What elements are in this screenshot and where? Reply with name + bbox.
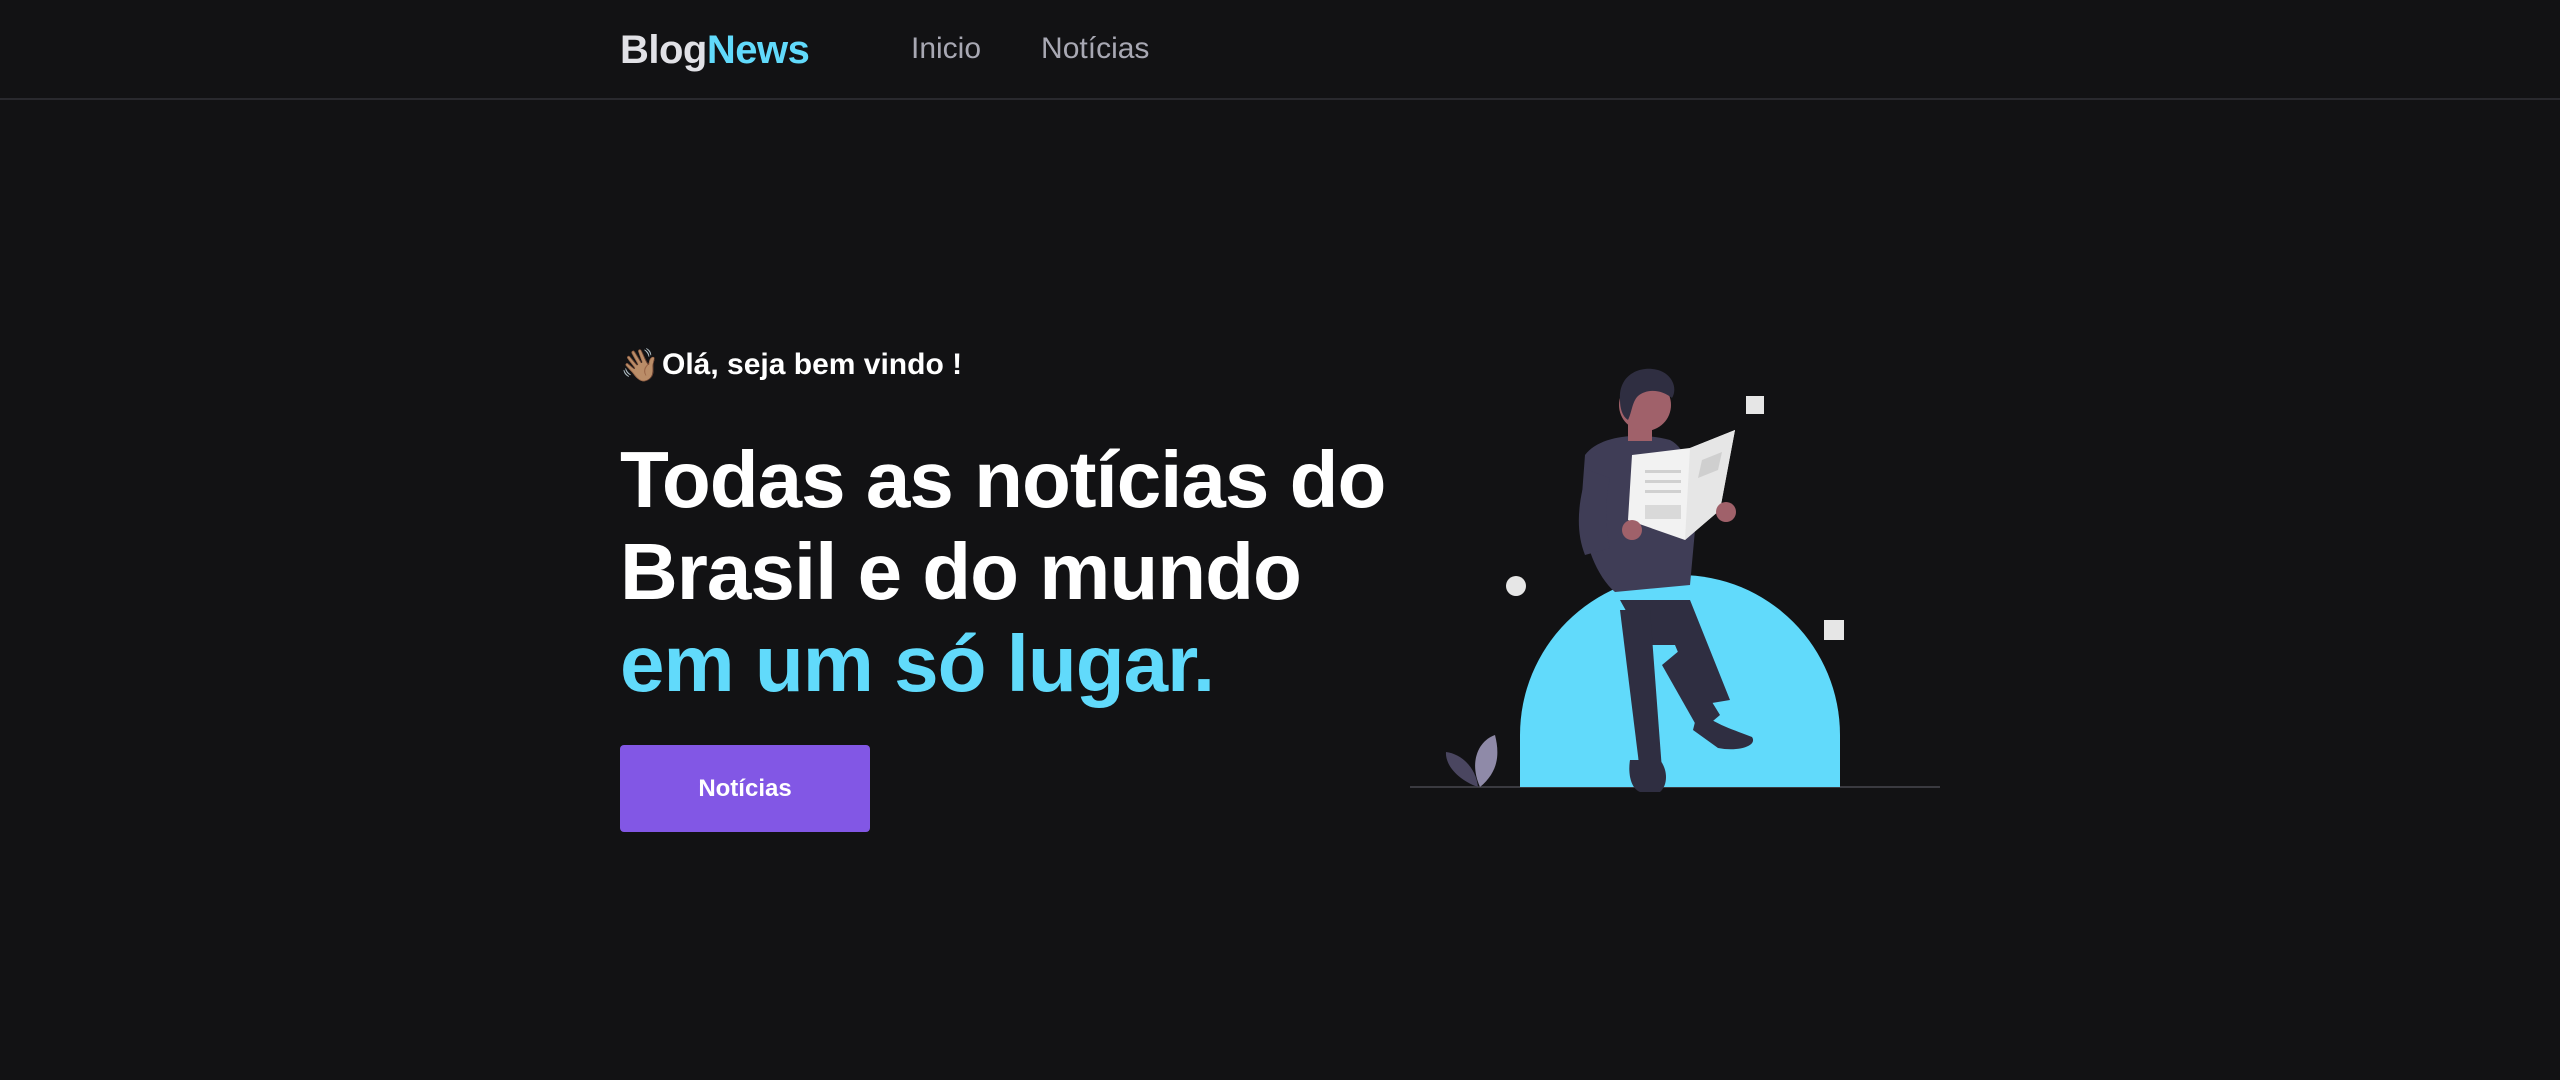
greeting: 👋🏽 Olá, seja bem vindo ! (620, 340, 1420, 390)
logo-part2: News (706, 28, 810, 72)
person-reading-newspaper-icon (1410, 368, 1940, 792)
hero-section: 👋🏽 Olá, seja bem vindo ! Todas as notíci… (620, 340, 1420, 710)
hero-headline: Todas as notícias do Brasil e do mundo e… (620, 434, 1420, 710)
nav-link-inicio[interactable]: Inicio (911, 28, 981, 70)
greeting-text: Olá, seja bem vindo ! (662, 348, 963, 381)
noticias-button[interactable]: Notícias (620, 745, 870, 832)
site-header: BlogNews Inicio Notícias (0, 0, 2560, 100)
hero-illustration (1400, 360, 1960, 820)
headline-accent: em um só lugar. (620, 619, 1215, 708)
nav-link-noticias[interactable]: Notícias (1041, 28, 1149, 70)
main-nav: Inicio Notícias (911, 28, 1149, 70)
logo-part1: Blog (620, 28, 707, 72)
waving-hand-icon: 👋🏽 (620, 347, 660, 383)
headline-line-2: Brasil e do mundo (620, 527, 1302, 616)
headline-line-1: Todas as notícias do (620, 435, 1386, 524)
logo[interactable]: BlogNews (620, 24, 810, 76)
